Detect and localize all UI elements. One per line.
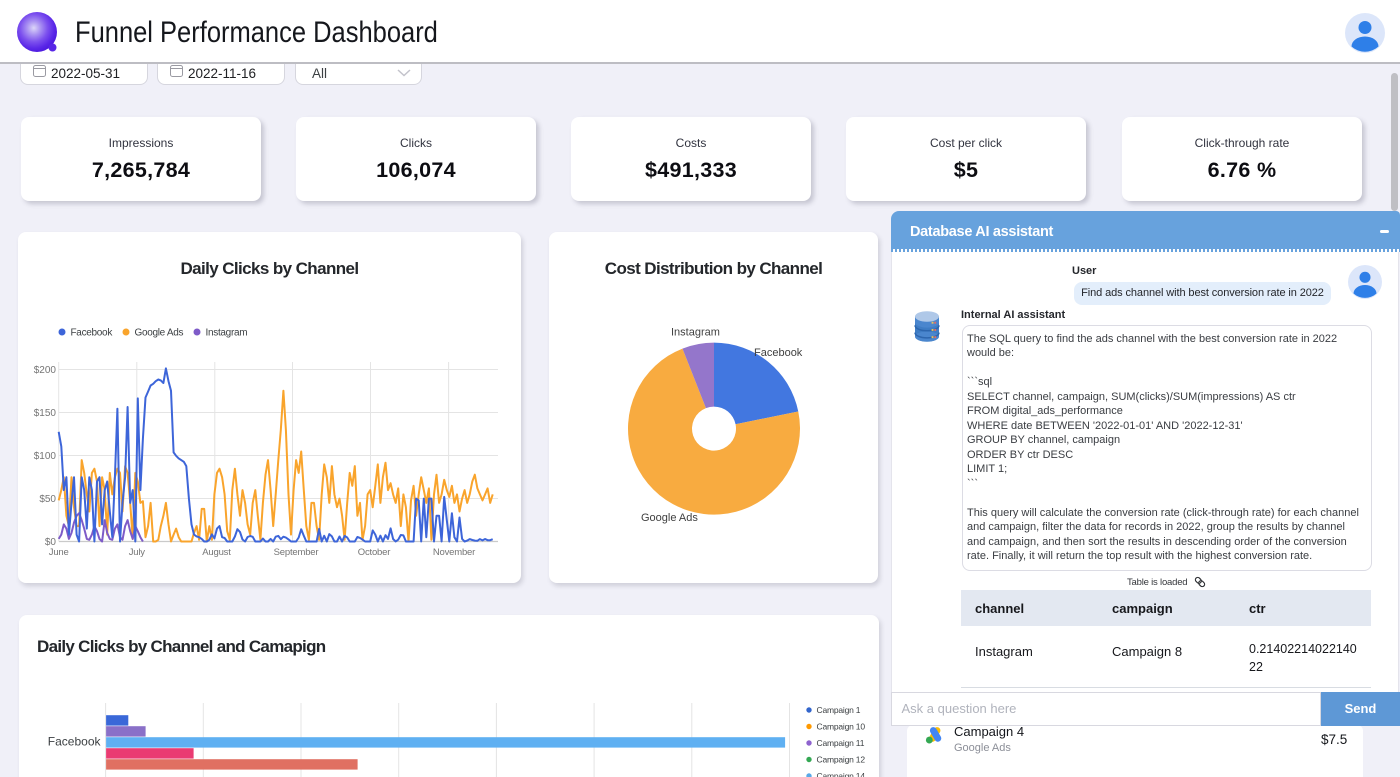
svg-text:Campaign 11: Campaign 11 — [817, 738, 865, 748]
svg-text:Campaign 14: Campaign 14 — [817, 771, 866, 777]
svg-text:Facebook: Facebook — [48, 735, 102, 749]
svg-text:Campaign 1: Campaign 1 — [817, 705, 861, 715]
svg-text:Campaign 10: Campaign 10 — [817, 722, 866, 732]
svg-text:Campaign 12: Campaign 12 — [817, 755, 866, 765]
